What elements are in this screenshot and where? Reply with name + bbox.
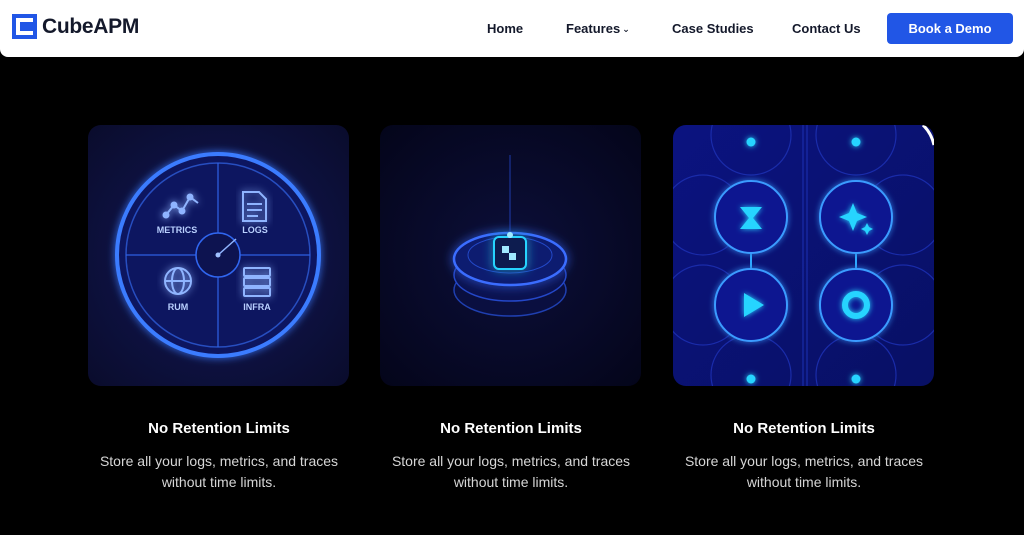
dial-label-logs: LOGS	[242, 225, 268, 235]
card-description-1-line-1: Store all your logs, metrics, and traces	[99, 453, 339, 469]
card-description-3-line-1: Store all your logs, metrics, and traces	[684, 453, 924, 469]
brand-name: CubeAPM	[42, 14, 140, 38]
brand-logo[interactable]: CubeAPM	[12, 14, 139, 39]
card-title-1: No Retention Limits	[148, 420, 290, 437]
nav-home[interactable]: Home	[487, 21, 523, 36]
card-description-2: Store all your logs, metrics, and traces…	[365, 451, 657, 493]
card-image-storage-disk	[380, 125, 641, 386]
card-description-2-line-2: without time limits.	[453, 474, 569, 490]
card-title-3: No Retention Limits	[733, 420, 875, 437]
nav-features[interactable]: Features ⌄	[566, 21, 630, 36]
dial-label-metrics: METRICS	[157, 225, 198, 235]
storage-disk-icon	[493, 236, 527, 270]
card-image-observability-dial: METRICS LOGS RUM INFRA	[88, 125, 349, 386]
nav-features-label: Features	[566, 21, 621, 36]
card-title-2: No Retention Limits	[440, 420, 582, 437]
card-description-3-line-2: without time limits.	[746, 474, 862, 490]
dial-label-rum: RUM	[168, 302, 189, 312]
card-description-2-line-1: Store all your logs, metrics, and traces	[391, 453, 631, 469]
top-navbar: CubeAPM Home Features ⌄ Case Studies Cont…	[0, 0, 1024, 57]
cube-logo-icon	[12, 14, 37, 39]
card-description-1-line-2: without time limits.	[161, 474, 277, 490]
card-description-1: Store all your logs, metrics, and traces…	[73, 451, 365, 493]
nav-contact-us[interactable]: Contact Us	[792, 21, 861, 36]
dial-label-infra: INFRA	[243, 302, 271, 312]
card-image-control-grid	[673, 125, 934, 386]
book-demo-button[interactable]: Book a Demo	[887, 13, 1013, 44]
chevron-down-icon: ⌄	[622, 24, 630, 34]
nav-case-studies[interactable]: Case Studies	[672, 21, 754, 36]
card-description-3: Store all your logs, metrics, and traces…	[658, 451, 950, 493]
